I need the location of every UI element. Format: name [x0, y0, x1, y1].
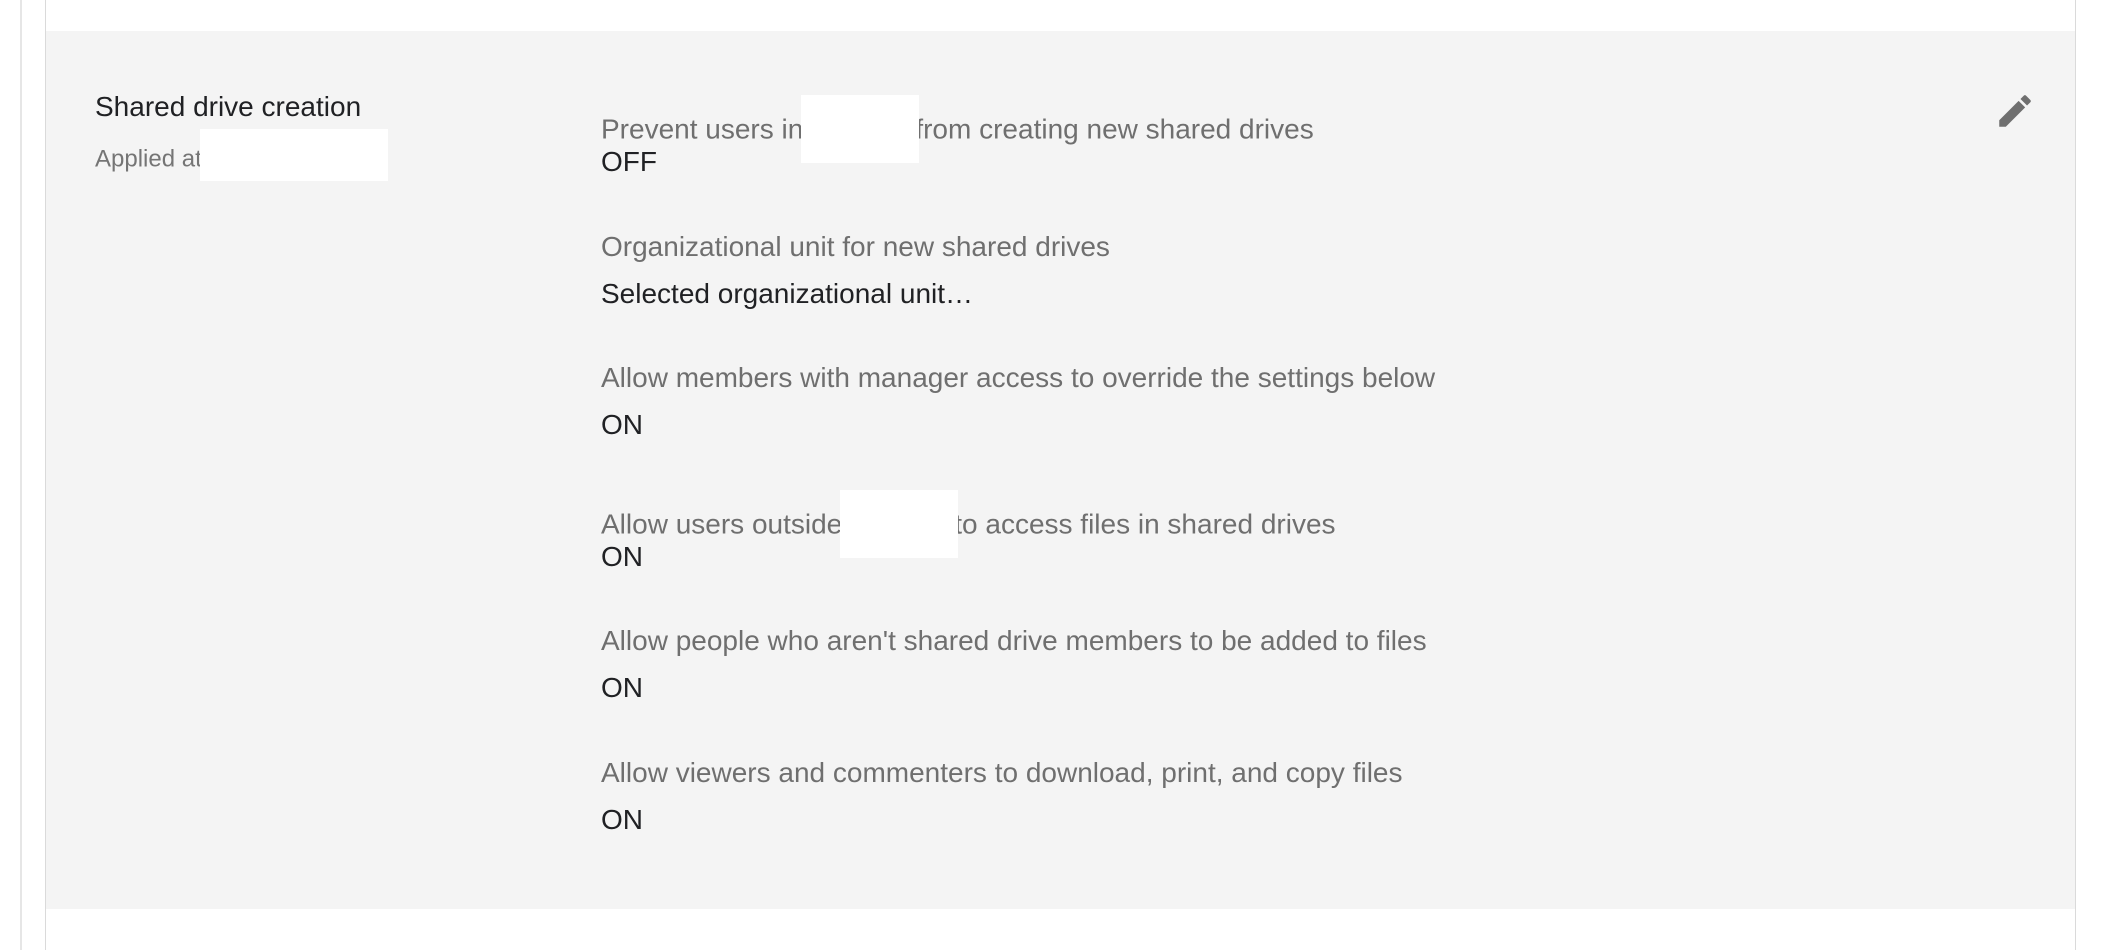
setting-org-unit: Organizational unit for new shared drive…	[601, 229, 1801, 361]
redacted-org-name	[801, 95, 920, 163]
setting-label: Allow people who aren't shared drive mem…	[601, 625, 1427, 656]
redacted-org-name	[840, 489, 959, 558]
setting-outside-access: Allow users outside to access files in sh…	[601, 489, 1801, 624]
pencil-icon	[1999, 95, 2031, 127]
setting-download-print-copy: Allow viewers and commenters to download…	[601, 755, 1801, 887]
settings-list: Prevent users in from creating new shared…	[601, 95, 1801, 887]
settings-card: Shared drive creation Applied at Prevent…	[45, 0, 2076, 950]
left-divider	[20, 0, 22, 950]
redacted-org-name	[199, 129, 388, 181]
setting-non-members: Allow people who aren't shared drive mem…	[601, 623, 1801, 755]
setting-label: Allow viewers and commenters to download…	[601, 756, 1403, 788]
setting-manager-override: Allow members with manager access to ove…	[601, 360, 1801, 492]
setting-value: ON	[601, 540, 643, 572]
setting-label: Allow members with manager access to ove…	[601, 362, 1436, 393]
setting-label: Allow users outside to access files in sh…	[601, 489, 1801, 558]
applied-at-label: Applied at	[95, 145, 202, 173]
setting-value: ON	[601, 672, 643, 703]
section-title: Shared drive creation	[95, 91, 362, 122]
applied-at: Applied at	[95, 129, 388, 186]
setting-label: Prevent users in from creating new shared…	[601, 95, 1801, 163]
setting-value: ON	[601, 803, 643, 835]
setting-prevent-creation: Prevent users in from creating new shared…	[601, 95, 1801, 229]
setting-value: Selected organizational unit…	[601, 277, 974, 309]
setting-value: ON	[601, 409, 643, 440]
setting-value: OFF	[601, 146, 657, 177]
shared-drive-creation-panel: Shared drive creation Applied at Prevent…	[46, 31, 2075, 909]
edit-button[interactable]	[1993, 89, 2037, 133]
setting-label: Organizational unit for new shared drive…	[601, 230, 1110, 262]
